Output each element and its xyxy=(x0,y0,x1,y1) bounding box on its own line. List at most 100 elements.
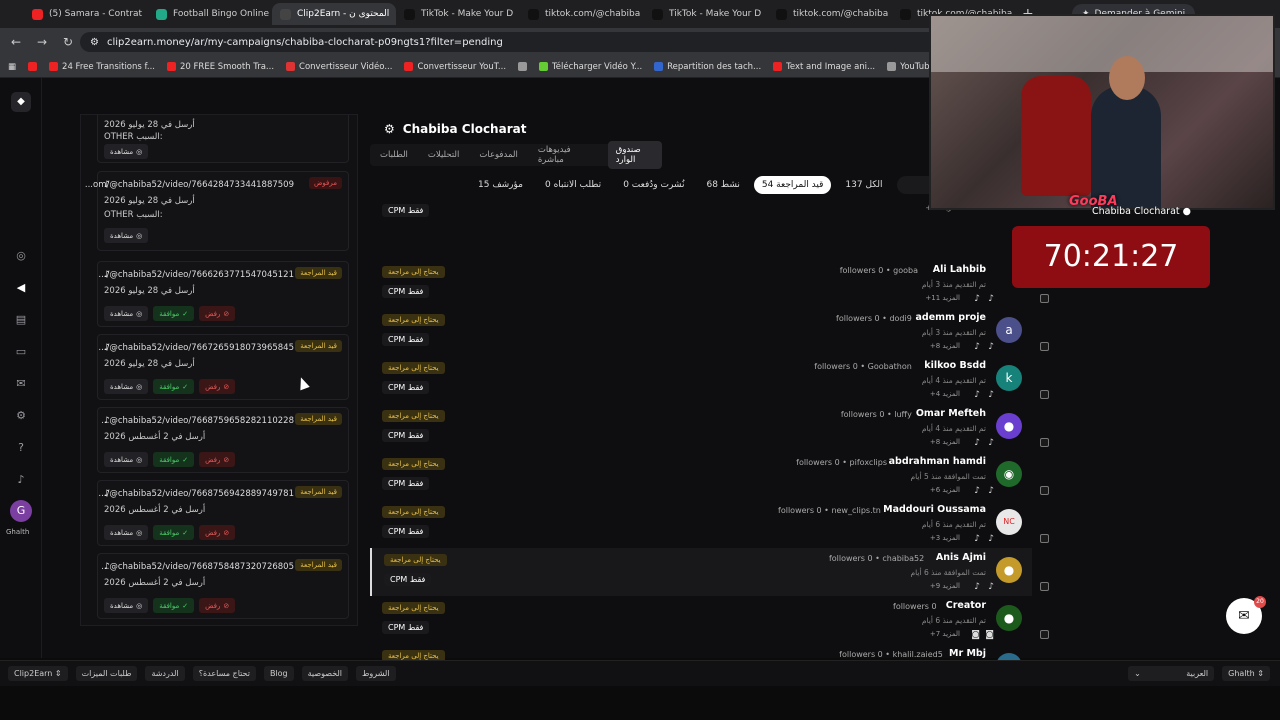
submission-link[interactable]: .../@chabiba52/video/7667265918073965845 xyxy=(98,343,294,353)
reject-button[interactable]: رفض ⊘ xyxy=(199,525,236,540)
submission-link[interactable]: ...@chabiba52/video/7668758487320726805 xyxy=(101,562,294,572)
bookmark-item[interactable]: Repartition des tach... xyxy=(654,62,761,72)
creator-row[interactable]: يحتاج إلى مراجعة CPM فقط Omar Mefteh follow… xyxy=(370,404,1032,452)
creator-row[interactable]: يحتاج إلى مراجعة CPM فقط kilkoo Bsdd follow… xyxy=(370,356,1032,404)
megaphone-icon[interactable]: ◀ xyxy=(13,280,29,296)
approve-button[interactable]: موافقة ✓ xyxy=(153,598,195,613)
view-button[interactable]: مشاهدة ◎ xyxy=(104,525,149,540)
submission-link[interactable]: .../@chabiba52/video/7666263771547045121 xyxy=(98,270,294,280)
forward-icon[interactable]: → xyxy=(32,35,52,49)
campaign-tab[interactable]: الطلبات xyxy=(380,150,408,160)
bookmark-item[interactable]: Convertisseur YouT... xyxy=(404,62,506,72)
reload-icon[interactable]: ↻ xyxy=(58,35,78,49)
row-checkbox[interactable] xyxy=(1040,582,1049,591)
bookmark-item[interactable]: Convertisseur Vidéo... xyxy=(286,62,392,72)
filter-chip[interactable]: تطلب الانتباه 0 xyxy=(537,176,609,194)
reject-button[interactable]: رفض ⊘ xyxy=(199,452,236,467)
bookmark-item[interactable] xyxy=(28,62,38,71)
row-checkbox[interactable] xyxy=(1040,294,1049,303)
row-checkbox[interactable] xyxy=(1040,630,1049,639)
back-icon[interactable]: ← xyxy=(6,35,26,49)
language-select[interactable]: ⌄ العربية xyxy=(1128,666,1215,681)
compass-icon[interactable]: ◎ xyxy=(13,248,29,264)
browser-tab[interactable]: TikTok - Make Your D× xyxy=(396,3,520,25)
footer-link[interactable]: الشروط xyxy=(356,666,396,681)
campaign-tab[interactable]: فيديوهات مباشرة xyxy=(538,145,588,165)
browser-tab[interactable]: tiktok.com/@chabiba× xyxy=(520,3,644,25)
bookmark-item[interactable]: Text and Image ani... xyxy=(773,62,875,72)
campaign-tab[interactable]: التحليلات xyxy=(428,150,459,160)
bookmark-item[interactable]: Télécharger Vidéo Y... xyxy=(539,62,642,72)
filter-chip[interactable]: الكل 137 xyxy=(837,176,890,194)
mail-icon[interactable]: ✉ xyxy=(13,376,29,392)
browser-tab[interactable]: (5) Samara - Contrat× xyxy=(24,3,148,25)
gear-icon[interactable]: ⚙ xyxy=(384,122,395,136)
user-avatar[interactable]: G xyxy=(10,500,32,522)
submission-link[interactable]: ...@chabiba52/video/7668759658282110228 xyxy=(101,416,294,426)
creator-row[interactable]: يحتاج إلى مراجعة CPM فقط Maddouri Oussama f… xyxy=(370,500,1032,548)
view-button[interactable]: مشاهدة ◎ xyxy=(104,228,149,243)
view-button[interactable]: مشاهدة ◎ xyxy=(104,306,149,321)
help-icon[interactable]: ? xyxy=(13,440,29,456)
campaign-tab[interactable]: المدفوعات xyxy=(479,150,517,160)
row-checkbox[interactable] xyxy=(1040,342,1049,351)
tab-title: (5) Samara - Contrat xyxy=(49,9,143,19)
reject-button[interactable]: رفض ⊘ xyxy=(199,379,236,394)
apps-icon[interactable]: ▦ xyxy=(8,62,16,72)
submission-link[interactable]: .../@chabiba52/video/7668756942889749781 xyxy=(98,489,294,499)
row-checkbox[interactable] xyxy=(1040,486,1049,495)
view-button[interactable]: مشاهدة ◎ xyxy=(104,379,149,394)
browser-tab[interactable]: Football Bingo Online× xyxy=(148,3,272,25)
view-button[interactable]: مشاهدة ◎ xyxy=(104,452,149,467)
reject-button[interactable]: رفض ⊘ xyxy=(199,598,236,613)
approve-button[interactable]: موافقة ✓ xyxy=(153,306,195,321)
view-button[interactable]: مشاهدة ◎ xyxy=(104,144,149,159)
filter-chip[interactable]: نُشرت ودُفعت 0 xyxy=(615,176,692,194)
footer-link[interactable]: الخصوصية xyxy=(301,666,349,681)
approve-label: موافقة xyxy=(159,455,180,464)
filter-chip[interactable]: نشط 68 xyxy=(698,176,747,194)
site-info-icon[interactable]: ⚙ xyxy=(90,37,99,48)
creator-row[interactable]: يحتاج إلى مراجعة CPM فقط Ali Lahbib followe… xyxy=(370,260,1032,308)
url-field[interactable]: ⚙ clip2earn.money/ar/my-campaigns/chabib… xyxy=(80,32,960,52)
view-button[interactable]: مشاهدة ◎ xyxy=(104,598,149,613)
browser-tab[interactable]: TikTok - Make Your D× xyxy=(644,3,768,25)
chat-icon[interactable]: ▭ xyxy=(13,344,29,360)
filter-chip[interactable]: قيد المراجعة 54 xyxy=(753,176,832,194)
row-checkbox[interactable] xyxy=(1040,534,1049,543)
footer-link[interactable]: تحتاج مساعدة؟ xyxy=(192,666,256,681)
row-checkbox[interactable] xyxy=(1040,438,1049,447)
approve-button[interactable]: موافقة ✓ xyxy=(153,525,195,540)
footer-link[interactable]: Blog xyxy=(263,666,294,681)
footer-link[interactable]: طلبات الميزات xyxy=(75,666,138,681)
bookmark-item[interactable]: 24 Free Transitions f... xyxy=(49,62,155,72)
bell-icon[interactable]: ♪ xyxy=(13,472,29,488)
webcam-chair xyxy=(1021,76,1091,196)
filter-chip[interactable]: مؤرشف 15 xyxy=(470,176,531,194)
bookmark-item[interactable] xyxy=(518,62,528,71)
creator-row[interactable]: يحتاج إلى مراجعة CPM فقط ademm proje follow… xyxy=(370,308,1032,356)
bookmark-item[interactable]: 20 FREE Smooth Tra... xyxy=(167,62,274,72)
reject-button[interactable]: رفض ⊘ xyxy=(199,306,236,321)
settings-icon[interactable]: ⚙ xyxy=(13,408,29,424)
approve-button[interactable]: موافقة ✓ xyxy=(153,379,195,394)
campaign-tab[interactable]: صندوق الوارد xyxy=(607,141,662,169)
view-label: مشاهدة xyxy=(110,455,134,464)
footer-user[interactable]: Ghalth ⇕ xyxy=(1222,666,1270,681)
browser-tab[interactable]: Clip2Earn - المحتوى ن× xyxy=(272,3,396,25)
tab-favicon-icon xyxy=(280,8,291,20)
browser-tab[interactable]: tiktok.com/@chabiba× xyxy=(768,3,892,25)
followers-count: followers 0 xyxy=(836,314,880,323)
document-icon[interactable]: ▤ xyxy=(13,312,29,328)
row-checkbox[interactable] xyxy=(1040,390,1049,399)
approve-button[interactable]: موافقة ✓ xyxy=(153,452,195,467)
creator-row[interactable]: يحتاج إلى مراجعة CPM فقط Creator followers … xyxy=(370,596,1032,644)
footer-link[interactable]: الدردشة xyxy=(145,666,185,681)
app-logo-icon[interactable]: ◆ xyxy=(11,92,31,112)
app-switcher[interactable]: Clip2Earn ⇕ xyxy=(8,666,68,681)
submission-link[interactable]: ...om/@chabiba52/video/76642847334418875… xyxy=(85,180,294,190)
creator-row[interactable]: يحتاج إلى مراجعة CPM فقط abdrahman hamdi fo… xyxy=(370,452,1032,500)
campaign-title: Chabiba Clocharat xyxy=(402,122,527,136)
status-badge: مرفوض xyxy=(308,177,342,189)
creator-row[interactable]: يحتاج إلى مراجعة CPM فقط Anis Ajmi follower… xyxy=(370,548,1032,596)
